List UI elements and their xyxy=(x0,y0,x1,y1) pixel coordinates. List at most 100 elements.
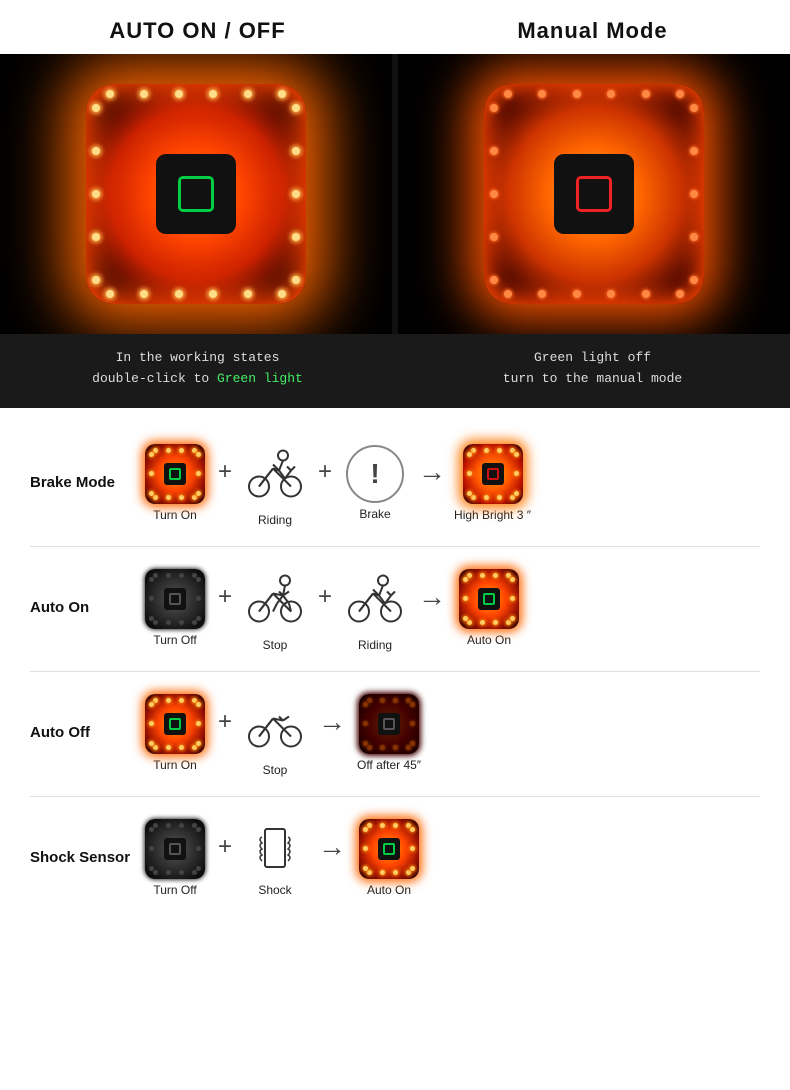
manual-led-device xyxy=(484,84,704,304)
led-dot xyxy=(410,866,415,871)
led-dot xyxy=(92,147,100,155)
led-dot xyxy=(179,745,184,750)
mini-red-dot xyxy=(487,468,499,480)
led-dot xyxy=(166,495,171,500)
led-dot xyxy=(690,104,698,112)
led-dot xyxy=(363,827,368,832)
plus-icon: + xyxy=(218,583,232,611)
mini-inner-sq xyxy=(478,588,500,610)
led-dot xyxy=(196,741,201,746)
mini-inner-sq xyxy=(378,713,400,735)
led-dot xyxy=(179,698,184,703)
led-dot xyxy=(244,290,252,298)
led-dot xyxy=(179,620,184,625)
led-dot xyxy=(292,104,300,112)
led-dot xyxy=(196,702,201,707)
brake-riding-label: Riding xyxy=(258,513,292,527)
manual-title: Manual Mode xyxy=(395,18,790,44)
led-dot xyxy=(676,90,684,98)
led-left-col xyxy=(92,104,100,284)
manual-mode-header: Manual Mode xyxy=(395,18,790,44)
led-dot xyxy=(504,290,512,298)
led-dot xyxy=(410,827,415,832)
led-inner-square xyxy=(156,154,236,234)
auto-caption: In the working states double-click to Gr… xyxy=(0,348,395,390)
led-dot xyxy=(196,577,201,582)
led-dot xyxy=(149,452,154,457)
mini-inner-sq xyxy=(482,463,504,485)
led-dot xyxy=(467,452,472,457)
led-right-col xyxy=(690,104,698,284)
led-dot xyxy=(393,870,398,875)
led-dot xyxy=(490,104,498,112)
led-dot xyxy=(196,827,201,832)
autoon-turnoff-label: Turn Off xyxy=(153,633,196,647)
led-dot xyxy=(166,745,171,750)
led-dot xyxy=(179,823,184,828)
auto-off-row: Auto Off xyxy=(30,678,760,788)
brake-result-label: High Bright 3 ″ xyxy=(454,508,531,522)
divider xyxy=(30,546,760,547)
brake-turnon-led xyxy=(145,444,205,504)
led-dot xyxy=(463,616,468,621)
plus-icon: + xyxy=(218,833,232,861)
led-dot xyxy=(380,698,385,703)
shock-step-shock: Shock xyxy=(240,819,310,897)
led-dot xyxy=(166,620,171,625)
led-dot xyxy=(690,190,698,198)
led-dot xyxy=(166,823,171,828)
auto-led-device xyxy=(86,84,306,304)
led-dot xyxy=(166,448,171,453)
led-dot xyxy=(363,866,368,871)
brake-turnon-label: Turn On xyxy=(153,508,197,522)
led-dot xyxy=(490,276,498,284)
led-dot xyxy=(149,846,154,851)
led-dot xyxy=(497,448,502,453)
autoon-step-result: Auto On xyxy=(454,569,524,647)
mini-green-dot xyxy=(383,843,395,855)
autooff-turnon-led xyxy=(145,694,205,754)
led-dot xyxy=(149,721,154,726)
brake-step-turnon: Turn On xyxy=(140,444,210,522)
led-dot xyxy=(690,276,698,284)
auto-off-label: Auto Off xyxy=(30,724,140,741)
mini-inner-sq xyxy=(164,463,186,485)
led-dot xyxy=(514,471,519,476)
led-dot xyxy=(642,90,650,98)
led-dot xyxy=(676,290,684,298)
led-dot xyxy=(490,147,498,155)
plus-icon: + xyxy=(318,458,332,486)
led-dot xyxy=(166,573,171,578)
led-dot xyxy=(690,147,698,155)
led-dot xyxy=(149,616,154,621)
shock-step-result: Auto On xyxy=(354,819,424,897)
autooff-step-result: Off after 45″ xyxy=(354,694,424,772)
led-dot xyxy=(410,741,415,746)
led-dot xyxy=(92,276,100,284)
autoon-result-label: Auto On xyxy=(467,633,511,647)
plus-icon: + xyxy=(218,708,232,736)
led-dot xyxy=(514,452,519,457)
led-inner-square xyxy=(554,154,634,234)
mini-inner-sq xyxy=(378,838,400,860)
led-dot xyxy=(196,452,201,457)
led-dot xyxy=(166,698,171,703)
led-dot xyxy=(490,233,498,241)
led-dot xyxy=(573,90,581,98)
led-dot xyxy=(393,698,398,703)
shock-shock-label: Shock xyxy=(258,883,291,897)
brake-result-led xyxy=(463,444,523,504)
led-dot xyxy=(484,448,489,453)
led-dot xyxy=(196,596,201,601)
manual-caption-line2: turn to the manual mode xyxy=(503,371,682,386)
led-dot xyxy=(166,870,171,875)
led-dot xyxy=(196,616,201,621)
autoon-turnoff-led xyxy=(145,569,205,629)
led-left-col xyxy=(490,104,498,284)
led-dot xyxy=(149,491,154,496)
led-dot xyxy=(196,491,201,496)
led-dot xyxy=(209,90,217,98)
led-dot xyxy=(179,448,184,453)
led-dot xyxy=(510,596,515,601)
led-bottom-row xyxy=(504,290,684,298)
